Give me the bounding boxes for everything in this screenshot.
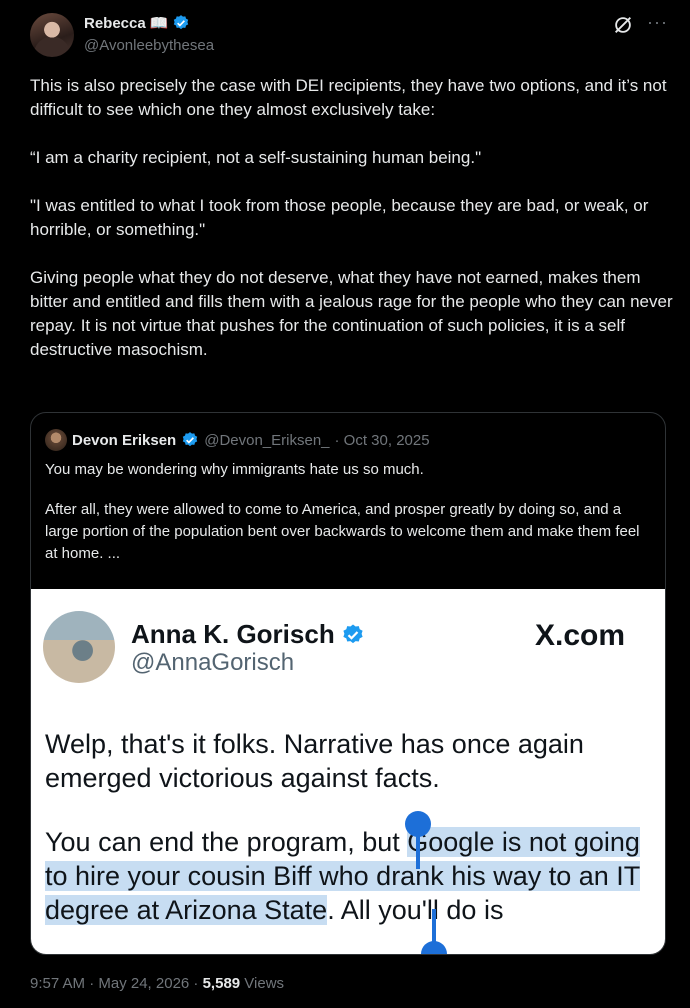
screenshot-paragraph: Welp, that's it folks. Narrative has onc… bbox=[45, 729, 584, 793]
author-name[interactable]: Rebecca bbox=[84, 15, 146, 32]
quoted-text: You may be wondering why immigrants hate… bbox=[45, 459, 645, 583]
avatar[interactable] bbox=[30, 13, 74, 57]
verified-badge-icon bbox=[174, 15, 189, 30]
views-label: Views bbox=[240, 975, 285, 992]
verified-badge-icon bbox=[343, 624, 363, 643]
post-body: This is also precisely the case with DEI… bbox=[30, 74, 675, 386]
author-name-row[interactable]: Rebecca 📖 bbox=[84, 14, 190, 32]
grok-icon[interactable] bbox=[612, 14, 634, 36]
screenshot-text-after: . All you'll do is bbox=[327, 895, 504, 925]
views-count: 5,589 bbox=[202, 975, 241, 992]
quoted-author-name[interactable]: Devon Eriksen bbox=[72, 432, 176, 449]
post-container: Rebecca 📖 @Avonleebythesea ··· This is a… bbox=[0, 0, 690, 1008]
screenshot-paragraph: You can end the program, but Google is n… bbox=[45, 825, 655, 927]
post-metadata: 9:57 AM · May 24, 2026 · 5,589 Views bbox=[30, 975, 284, 992]
quoted-post[interactable]: Devon Eriksen @Devon_Eriksen_ · Oct 30, … bbox=[30, 412, 666, 955]
post-paragraph: "I was entitled to what I took from thos… bbox=[30, 196, 649, 239]
author-handle[interactable]: @Avonleebythesea bbox=[84, 37, 214, 54]
selection-start-caret bbox=[416, 829, 420, 869]
quoted-paragraph: You may be wondering why immigrants hate… bbox=[45, 461, 424, 478]
post-paragraph: This is also precisely the case with DEI… bbox=[30, 76, 667, 119]
screenshot-text-before: You can end the program, but bbox=[45, 827, 408, 857]
screenshot-author-name: Anna K. Gorisch bbox=[131, 619, 335, 649]
post-paragraph: “I am a charity recipient, not a self-su… bbox=[30, 148, 482, 167]
quoted-image[interactable]: Anna K. Gorisch @AnnaGorisch X.com Welp,… bbox=[31, 589, 665, 954]
quoted-avatar[interactable] bbox=[45, 429, 67, 451]
post-paragraph: Giving people what they do not deserve, … bbox=[30, 268, 673, 359]
quoted-date[interactable]: · Oct 30, 2025 bbox=[335, 432, 430, 449]
screenshot-author-row: Anna K. Gorisch bbox=[131, 619, 365, 650]
screenshot-avatar bbox=[43, 611, 115, 683]
screenshot-text: Welp, that's it folks. Narrative has onc… bbox=[45, 727, 655, 954]
post-timestamp[interactable]: 9:57 AM · May 24, 2026 · bbox=[30, 975, 203, 992]
quoted-paragraph: After all, they were allowed to come to … bbox=[45, 501, 640, 562]
more-options-icon[interactable]: ··· bbox=[647, 12, 668, 33]
book-emoji: 📖 bbox=[149, 15, 169, 32]
verified-badge-icon bbox=[183, 432, 198, 447]
screenshot-brand: X.com bbox=[535, 619, 626, 652]
quoted-post-header: Devon Eriksen @Devon_Eriksen_ · Oct 30, … bbox=[45, 429, 430, 451]
screenshot-author-handle: @AnnaGorisch bbox=[131, 649, 295, 676]
quoted-author-handle[interactable]: @Devon_Eriksen_ bbox=[204, 432, 329, 449]
